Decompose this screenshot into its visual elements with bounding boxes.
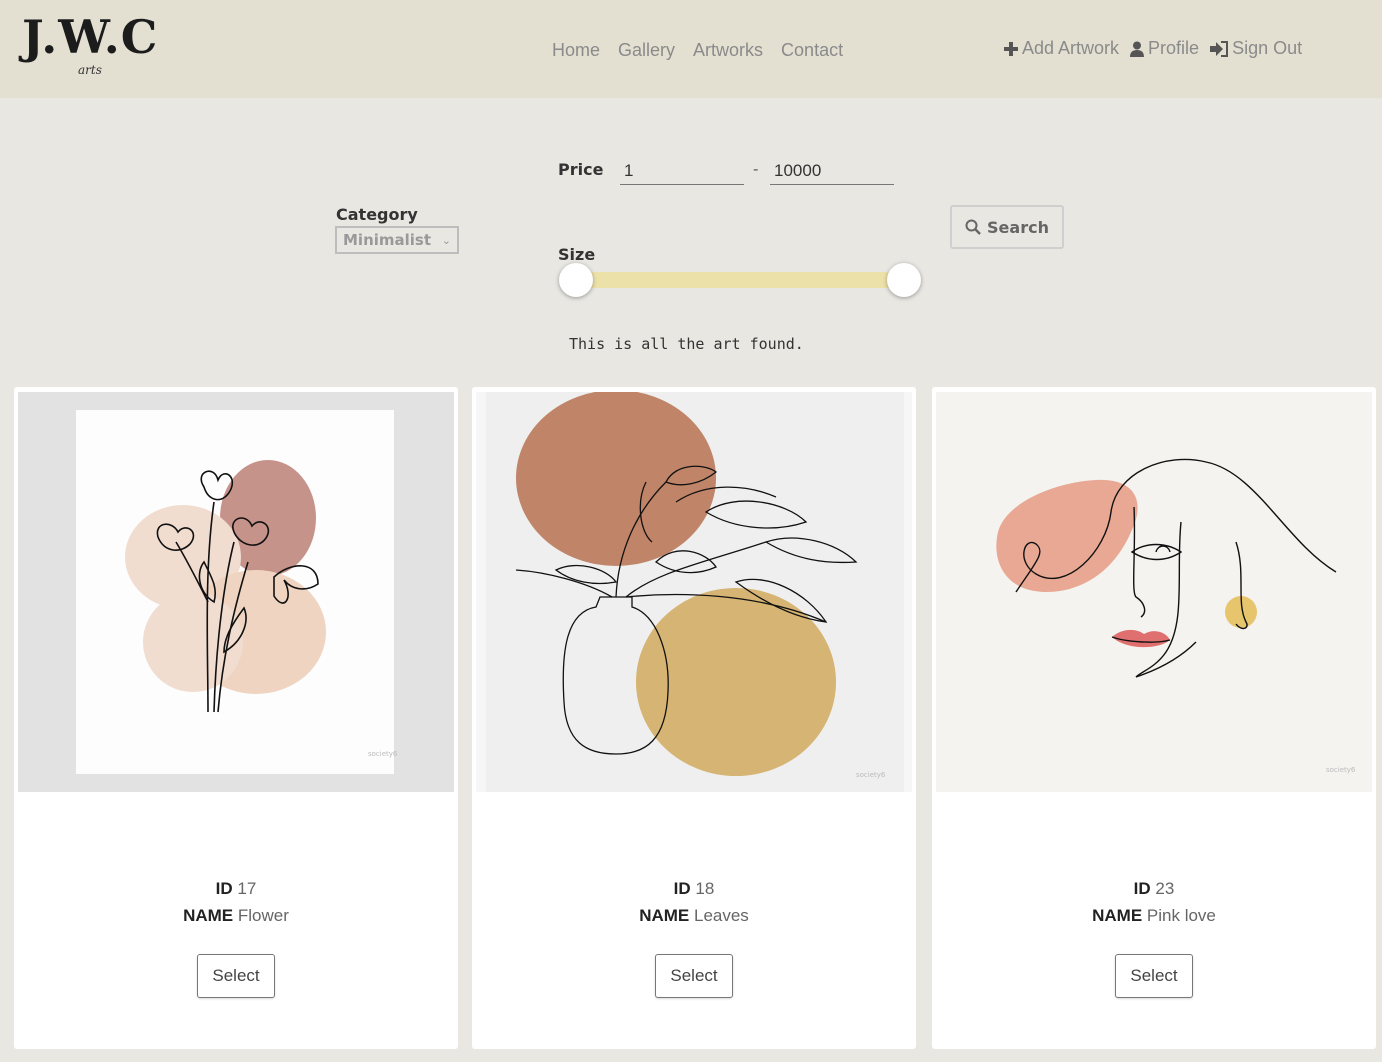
price-separator: - bbox=[753, 160, 759, 178]
artwork-name-label: NAME bbox=[183, 906, 234, 925]
artwork-image-flower: society6 bbox=[18, 392, 454, 792]
size-slider-track[interactable] bbox=[576, 272, 904, 288]
user-actions: Add Artwork Profile Sign Out bbox=[1004, 38, 1302, 59]
size-slider-min-handle[interactable] bbox=[559, 263, 593, 297]
artwork-name-value: Leaves bbox=[693, 906, 749, 925]
artwork-id-label: ID bbox=[1133, 879, 1151, 898]
top-navbar: J.W.C arts Home Gallery Artworks Contact… bbox=[0, 0, 1382, 98]
sign-out-label: Sign Out bbox=[1232, 38, 1303, 58]
sign-out-link[interactable]: Sign Out bbox=[1210, 38, 1302, 59]
nav-gallery[interactable]: Gallery bbox=[618, 40, 675, 61]
profile-link[interactable]: Profile bbox=[1130, 38, 1199, 59]
artwork-id: ID 17 bbox=[14, 879, 458, 899]
main-nav: Home Gallery Artworks Contact bbox=[552, 40, 843, 61]
search-button[interactable]: Search bbox=[950, 205, 1064, 249]
artwork-id: ID 18 bbox=[472, 879, 916, 899]
select-button[interactable]: Select bbox=[1115, 954, 1193, 998]
artwork-name-value: Flower bbox=[237, 906, 289, 925]
artwork-image-leaves: society6 bbox=[476, 392, 912, 792]
user-icon bbox=[1130, 41, 1145, 57]
artwork-id-value: 17 bbox=[237, 879, 257, 898]
artwork-id-label: ID bbox=[673, 879, 691, 898]
artwork-id: ID 23 bbox=[932, 879, 1376, 899]
price-max-input[interactable] bbox=[770, 157, 894, 185]
nav-contact[interactable]: Contact bbox=[781, 40, 843, 61]
svg-text:society6: society6 bbox=[856, 771, 886, 779]
size-slider-max-handle[interactable] bbox=[887, 263, 921, 297]
price-label: Price bbox=[558, 160, 604, 179]
results-message: This is all the art found. bbox=[569, 335, 804, 353]
artwork-id-value: 18 bbox=[695, 879, 715, 898]
artwork-name: NAME Pink love bbox=[932, 906, 1376, 926]
add-artwork-link[interactable]: Add Artwork bbox=[1004, 38, 1119, 59]
artwork-name: NAME Leaves bbox=[472, 906, 916, 926]
artwork-name-value: Pink love bbox=[1146, 906, 1216, 925]
category-value: Minimalist bbox=[343, 231, 432, 249]
svg-text:society6: society6 bbox=[368, 750, 398, 758]
select-button[interactable]: Select bbox=[655, 954, 733, 998]
search-button-label: Search bbox=[987, 217, 1049, 237]
artwork-name-label: NAME bbox=[1092, 906, 1143, 925]
brand-logo-sub: arts bbox=[78, 63, 102, 77]
category-select[interactable]: Minimalist ⌄ bbox=[335, 226, 459, 254]
select-button[interactable]: Select bbox=[197, 954, 275, 998]
search-icon bbox=[965, 219, 981, 235]
nav-artworks[interactable]: Artworks bbox=[693, 40, 763, 61]
artwork-card: society6 ID 23 NAME Pink love Select bbox=[932, 387, 1376, 1049]
profile-label: Profile bbox=[1148, 38, 1200, 58]
chevron-down-icon: ⌄ bbox=[441, 233, 451, 247]
artwork-id-value: 23 bbox=[1155, 879, 1175, 898]
price-min-input[interactable] bbox=[620, 157, 744, 185]
artwork-id-label: ID bbox=[215, 879, 233, 898]
svg-text:society6: society6 bbox=[1326, 766, 1356, 774]
add-artwork-label: Add Artwork bbox=[1022, 38, 1120, 58]
brand-logo[interactable]: J.W.C bbox=[22, 14, 158, 60]
sign-out-icon bbox=[1210, 40, 1229, 57]
artwork-image-pink-love: society6 bbox=[936, 392, 1372, 792]
artwork-name: NAME Flower bbox=[14, 906, 458, 926]
plus-icon bbox=[1004, 41, 1018, 56]
artwork-card: society6 ID 18 NAME Leaves Select bbox=[472, 387, 916, 1049]
artwork-name-label: NAME bbox=[639, 906, 690, 925]
category-label: Category bbox=[336, 205, 418, 224]
artwork-card: society6 ID 17 NAME Flower Select bbox=[14, 387, 458, 1049]
size-label: Size bbox=[558, 245, 596, 264]
nav-home[interactable]: Home bbox=[552, 40, 600, 61]
